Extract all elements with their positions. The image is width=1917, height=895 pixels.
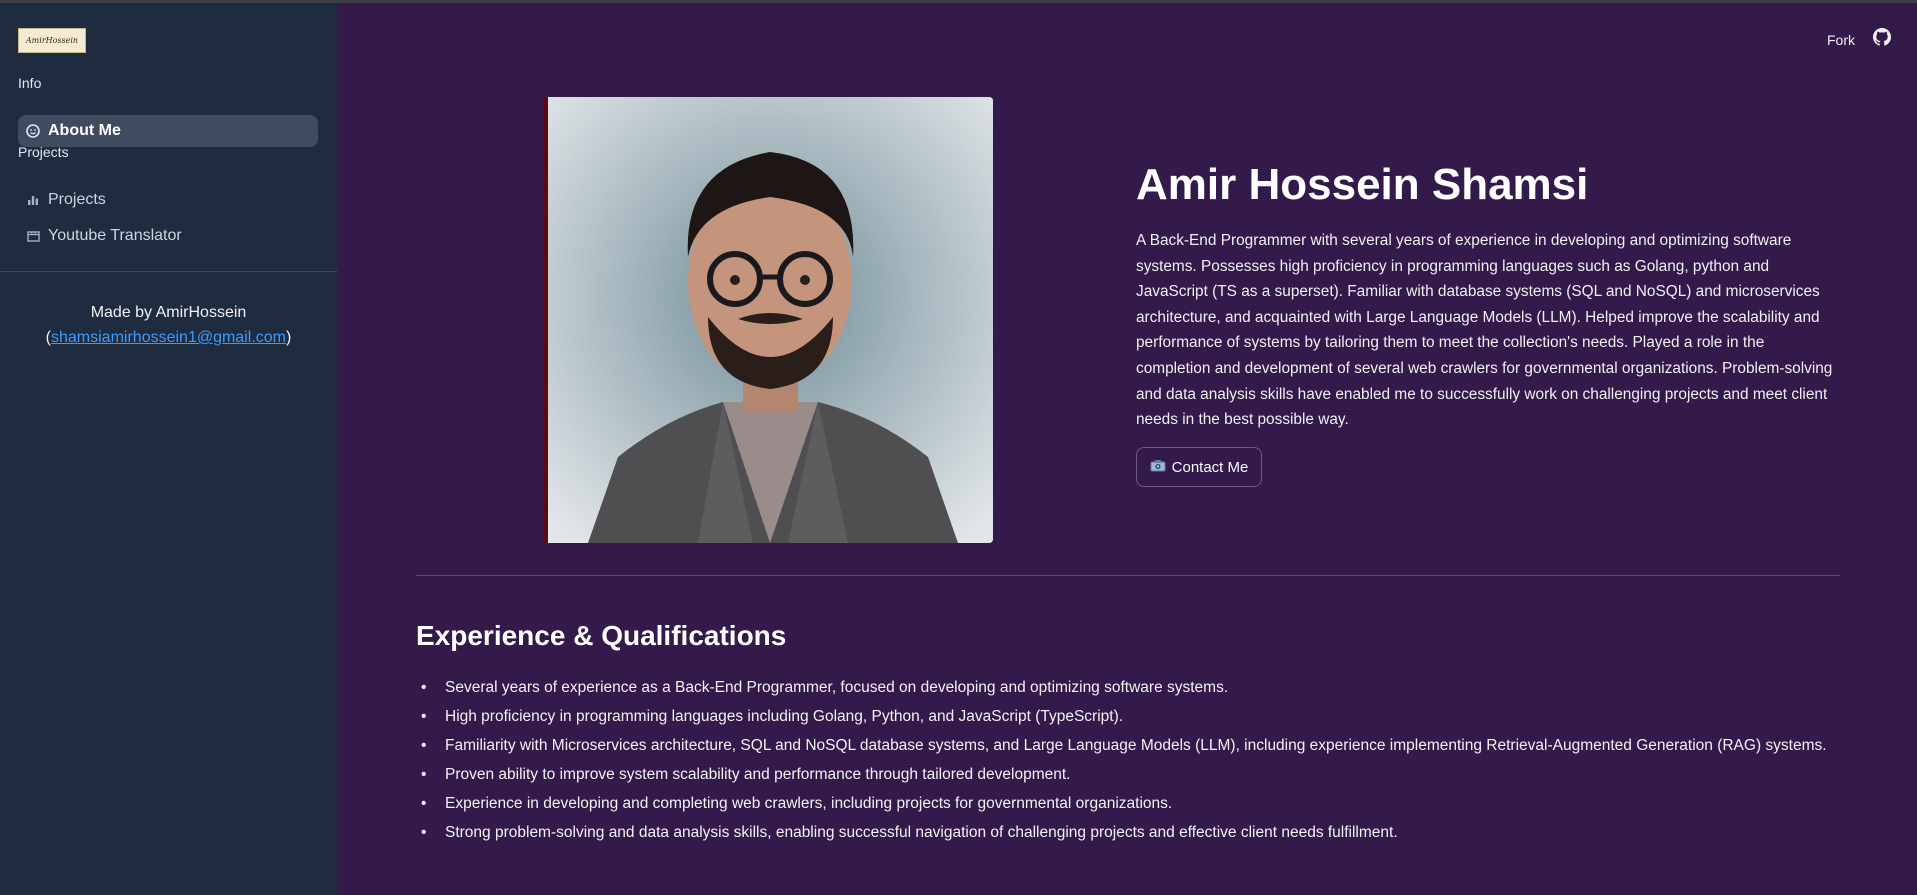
section-divider <box>416 575 1840 576</box>
list-item: Proven ability to improve system scalabi… <box>421 760 1827 789</box>
sidebar-item-youtube-translator[interactable]: Youtube Translator <box>18 220 318 252</box>
profile-photo <box>543 97 993 543</box>
profile-name: Amir Hossein Shamsi <box>1136 160 1589 209</box>
bar-chart-icon <box>26 193 40 207</box>
list-item: High proficiency in programming language… <box>421 702 1827 731</box>
sidebar-item-label: About Me <box>48 122 121 139</box>
movie-icon <box>26 229 40 243</box>
list-item: Several years of experience as a Back-En… <box>421 673 1827 702</box>
logo[interactable]: AmirHossein <box>18 28 86 53</box>
section-title-projects: Projects <box>18 144 69 160</box>
section-title-info: Info <box>18 75 42 91</box>
logo-text: AmirHossein <box>25 36 79 45</box>
list-item: Strong problem-solving and data analysis… <box>421 818 1827 847</box>
header-toolbar: Fork <box>1827 28 1891 51</box>
face-icon <box>26 124 40 138</box>
experience-heading: Experience & Qualifications <box>416 620 787 651</box>
sidebar-item-projects[interactable]: Projects <box>18 184 318 216</box>
sidebar-item-about-me[interactable]: About Me <box>18 115 318 147</box>
profile-bio: A Back-End Programmer with several years… <box>1136 232 1833 429</box>
close-paren: ) <box>285 329 292 346</box>
fork-button[interactable]: Fork <box>1827 32 1855 48</box>
sidebar-item-label: Projects <box>48 191 106 208</box>
list-item: Experience in developing and completing … <box>421 789 1827 818</box>
email-link[interactable]: shamsiamirhossein1@gmail.com <box>51 329 286 346</box>
contact-me-label: Contact Me <box>1171 458 1249 476</box>
made-by-text: Made by AmirHossein <box>90 304 247 321</box>
sidebar: AmirHossein Info About Me Projects Proje… <box>0 3 337 895</box>
made-by-footer: Made by AmirHossein (shamsiamirhossein1@… <box>0 300 337 350</box>
sidebar-item-label: Youtube Translator <box>48 227 182 244</box>
camera-icon <box>1150 459 1166 476</box>
list-item: Familiarity with Microservices architect… <box>421 731 1827 760</box>
sidebar-divider <box>0 271 337 272</box>
email-line: (shamsiamirhossein1@gmail.com) <box>0 325 337 350</box>
experience-list: Several years of experience as a Back-En… <box>421 673 1827 847</box>
contact-me-button[interactable]: Contact Me <box>1136 447 1262 487</box>
github-icon[interactable] <box>1873 28 1891 51</box>
